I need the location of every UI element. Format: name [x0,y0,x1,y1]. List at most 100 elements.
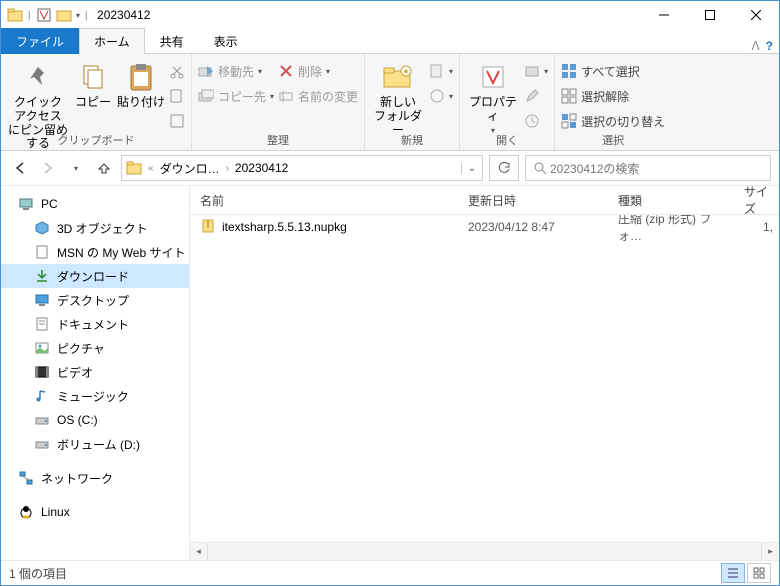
file-date: 2023/04/12 8:47 [458,220,608,234]
drive-icon [33,436,51,452]
tab-file[interactable]: ファイル [1,28,79,54]
tree-downloads[interactable]: ダウンロード [1,264,189,288]
forward-button[interactable] [37,157,59,179]
qat-dropdown-icon[interactable]: ▾ [76,11,80,20]
new-small: ▾ ▾ [429,56,453,107]
group-organize: 移動先▾ コピー先▾ 削除▾ 名前の変更 整理 [192,54,365,150]
ribbon-collapse[interactable]: ᐱ? [739,39,779,53]
group-select: すべて選択 選択解除 選択の切り替え 選択 [555,54,671,150]
new-folder-button[interactable]: ★ 新しい フォルダー [371,56,425,137]
copy-to-button[interactable]: コピー先▾ [198,85,274,107]
tree-network[interactable]: ネットワーク [1,466,189,490]
tree-3d-objects[interactable]: 3D オブジェクト [1,216,189,240]
tree-music[interactable]: ミュージック [1,384,189,408]
edit-button[interactable] [524,85,548,107]
crumb-downloads[interactable]: ダウンロ… [156,160,224,177]
crumb-root-sep[interactable]: « [146,163,156,174]
properties-button[interactable]: プロパティ▾ [466,56,520,135]
tab-share[interactable]: 共有 [145,28,199,54]
paste-icon [128,60,154,94]
tree-documents[interactable]: ドキュメント [1,312,189,336]
column-headers[interactable]: 名前 更新日時 種類 サイズ [190,186,779,215]
folder-icon [122,160,146,176]
qat-properties-icon[interactable] [36,7,52,23]
scroll-right-button[interactable]: ▸ [761,543,779,560]
copy-button[interactable]: コピー [73,56,113,110]
move-to-button[interactable]: 移動先▾ [198,60,274,82]
open-button[interactable]: ▾ [524,60,548,82]
navigation-tree[interactable]: PC 3D オブジェクト MSN の My Web サイト ダウンロード デスク… [1,186,190,560]
tab-home[interactable]: ホーム [79,28,145,54]
search-input[interactable]: 20230412の検索 [525,155,771,181]
help-icon: ? [766,39,773,53]
tree-videos[interactable]: ビデオ [1,360,189,384]
view-icons-button[interactable] [747,563,771,583]
recent-button[interactable]: ▾ [65,157,87,179]
copy-path-button[interactable] [169,85,185,107]
pin-icon [24,60,52,94]
maximize-button[interactable] [687,1,733,29]
explorer-window: │ ▾ │ 20230412 ファイル ホーム 共有 表示 ᐱ? クイック アク… [0,0,780,586]
history-button[interactable] [524,110,548,132]
qat-separator2: │ [84,11,89,20]
group-label-clipboard: クリップボード [7,132,185,150]
tree-pictures[interactable]: ピクチャ [1,336,189,360]
paste-shortcut-button[interactable] [169,110,185,132]
tree-linux[interactable]: Linux [1,500,189,524]
drive-icon [33,412,51,428]
chevron-right-icon[interactable]: › [224,163,231,174]
view-details-button[interactable] [721,563,745,583]
tree-drive-c[interactable]: OS (C:) [1,408,189,432]
crumb-current[interactable]: 20230412 [231,161,292,175]
refresh-button[interactable] [489,155,519,181]
titlebar: │ ▾ │ 20230412 [1,1,779,29]
tree-drive-d[interactable]: ボリューム (D:) [1,432,189,456]
linux-icon [17,504,35,520]
horizontal-scrollbar[interactable]: ◂ ▸ [190,542,779,560]
video-icon [33,364,51,380]
table-row[interactable]: itextsharp.5.5.13.nupkg 2023/04/12 8:47 … [190,215,779,239]
group-label-organize: 整理 [198,132,358,150]
tree-msn-web[interactable]: MSN の My Web サイト [1,240,189,264]
file-name: itextsharp.5.5.13.nupkg [222,220,347,234]
up-button[interactable] [93,157,115,179]
col-name[interactable]: 名前 [190,192,458,209]
desktop-icon [33,292,51,308]
invert-selection-button[interactable]: 選択の切り替え [561,110,665,132]
minimize-button[interactable] [641,1,687,29]
delete-button[interactable]: 削除▾ [278,60,358,82]
close-button[interactable] [733,1,779,29]
address-dropdown[interactable]: ⌄ [461,163,482,174]
back-button[interactable] [9,157,31,179]
col-size[interactable]: サイズ [734,183,779,217]
paste-button[interactable]: 貼り付け [117,56,165,110]
qat-separator: │ [27,11,32,20]
pc-icon [17,196,35,212]
select-all-button[interactable]: すべて選択 [561,60,665,82]
breadcrumb[interactable]: « ダウンロ… › 20230412 ⌄ [121,155,483,181]
music-icon [33,388,51,404]
download-icon [33,268,51,284]
pictures-icon [33,340,51,356]
file-list: 名前 更新日時 種類 サイズ itextsharp.5.5.13.nupkg 2… [190,186,779,560]
search-icon [530,161,550,175]
rename-button[interactable]: 名前の変更 [278,85,358,107]
qat-new-folder-icon[interactable] [56,7,72,23]
col-type[interactable]: 種類 [608,192,734,209]
svg-text:★: ★ [402,67,409,76]
easy-access-button[interactable]: ▾ [429,85,453,107]
tree-desktop[interactable]: デスクトップ [1,288,189,312]
file-rows[interactable]: itextsharp.5.5.13.nupkg 2023/04/12 8:47 … [190,215,779,542]
new-folder-icon: ★ [382,60,414,94]
tab-view[interactable]: 表示 [199,28,253,54]
group-label-new: 新規 [371,132,453,150]
new-item-button[interactable]: ▾ [429,60,453,82]
scroll-left-button[interactable]: ◂ [190,543,208,560]
file-type: 圧縮 (zip 形式) フォ… [608,215,734,244]
clipboard-small [169,56,185,132]
col-date[interactable]: 更新日時 [458,192,608,209]
cut-button[interactable] [169,60,185,82]
deselect-button[interactable]: 選択解除 [561,85,665,107]
tree-pc[interactable]: PC [1,192,189,216]
group-new: ★ 新しい フォルダー ▾ ▾ 新規 [365,54,460,150]
